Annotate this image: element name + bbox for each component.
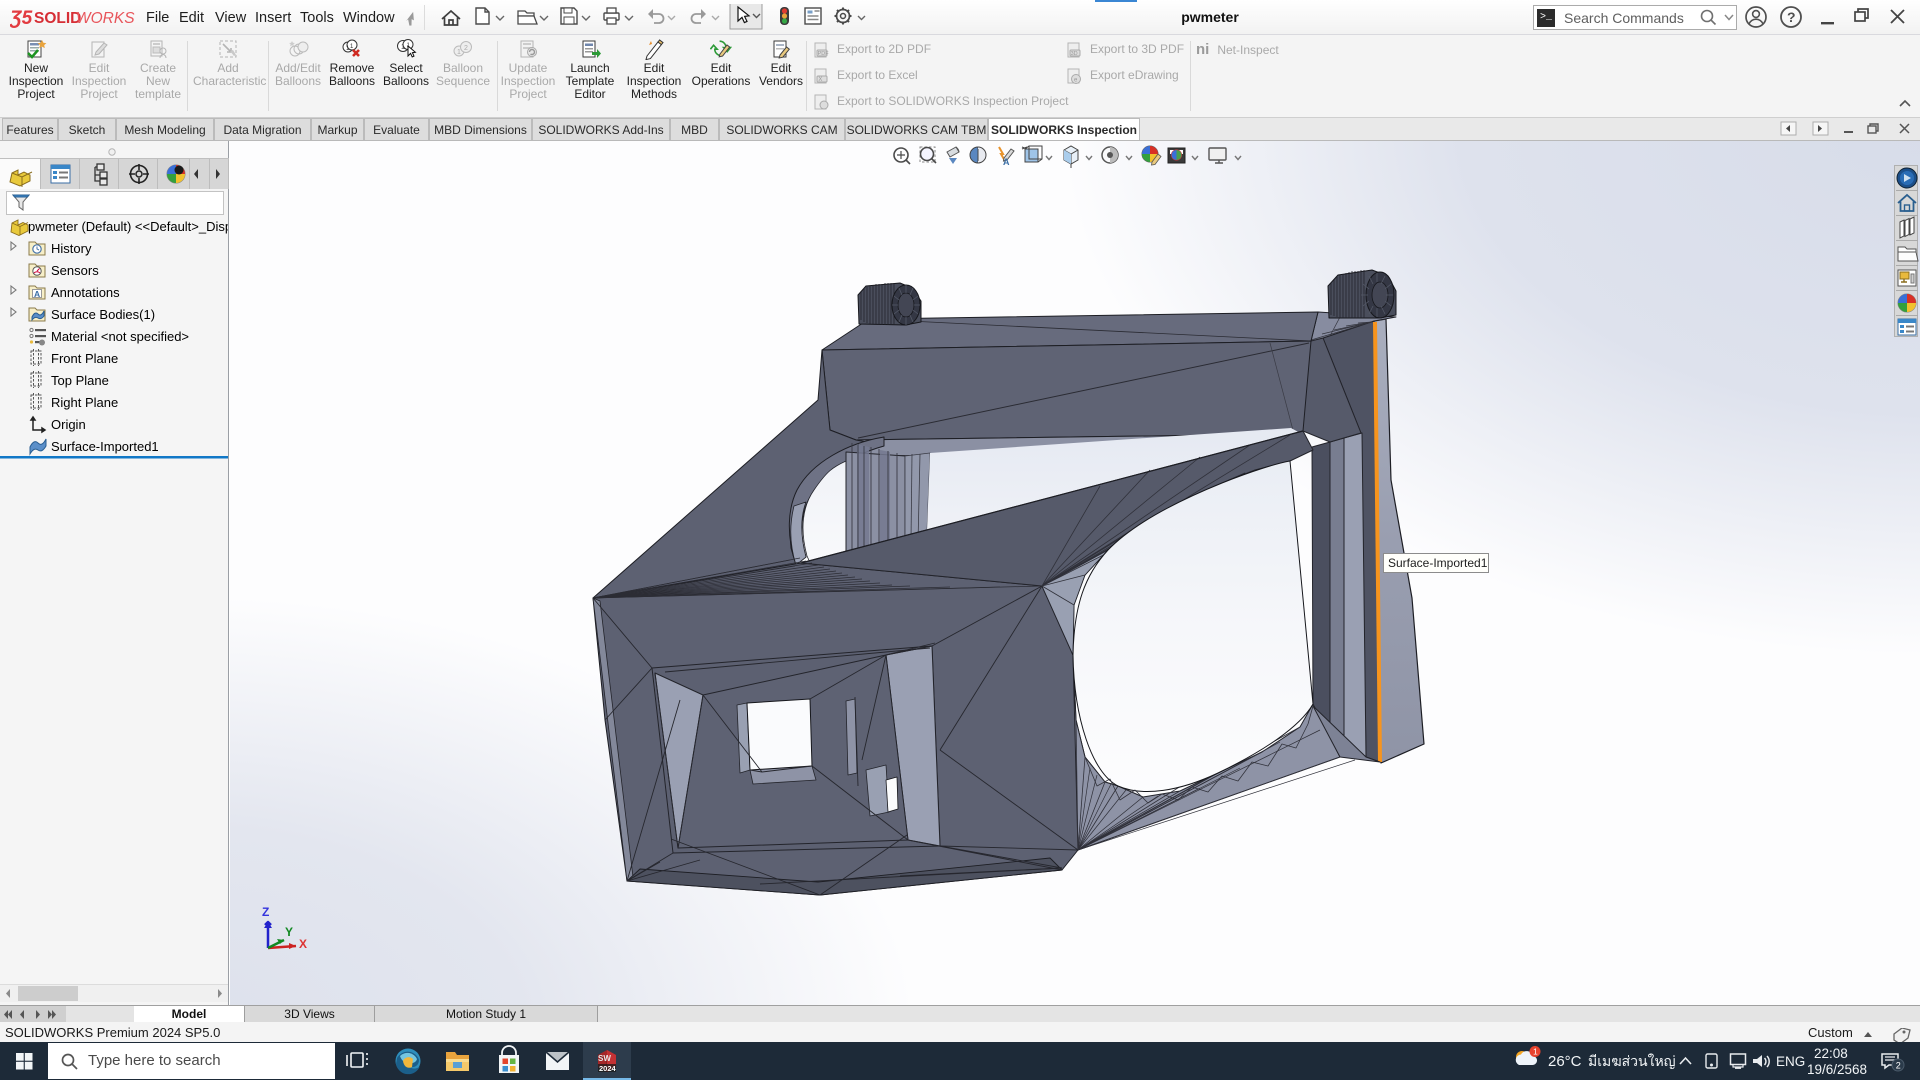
svg-text:2: 2 xyxy=(1896,1061,1901,1071)
svg-text:Origin: Origin xyxy=(51,417,86,432)
svg-text:19/6/2568: 19/6/2568 xyxy=(1807,1062,1867,1077)
svg-text:Surface Bodies(1): Surface Bodies(1) xyxy=(51,307,155,322)
svg-text:pwmeter (Default) <<Default>_D: pwmeter (Default) <<Default>_Display xyxy=(28,219,228,234)
svg-text:Sensors: Sensors xyxy=(51,263,99,278)
svg-text:2024: 2024 xyxy=(599,1064,617,1073)
svg-text:1: 1 xyxy=(1533,1047,1538,1057)
svg-text:?: ? xyxy=(1787,9,1796,25)
svg-text:SOLID: SOLID xyxy=(34,10,81,27)
svg-text:2: 2 xyxy=(464,45,468,52)
svg-text:WORKS: WORKS xyxy=(76,10,135,27)
svg-text:Surface-Imported1: Surface-Imported1 xyxy=(51,439,159,454)
svg-text:Material <not specified>: Material <not specified> xyxy=(51,329,189,344)
svg-text:1: 1 xyxy=(401,44,405,51)
svg-text:1: 1 xyxy=(457,49,461,56)
svg-text:มีเมฆส่วนใหญ่: มีเมฆส่วนใหญ่ xyxy=(1588,1053,1676,1069)
svg-text:Front Plane: Front Plane xyxy=(51,351,118,366)
svg-text:Annotations: Annotations xyxy=(51,285,120,300)
svg-text:X: X xyxy=(299,937,307,951)
svg-text:Y: Y xyxy=(285,925,293,939)
svg-text:Right Plane: Right Plane xyxy=(51,395,118,410)
svg-text:A: A xyxy=(34,289,40,299)
svg-text:SW: SW xyxy=(598,1054,611,1063)
svg-text:Ʒ5: Ʒ5 xyxy=(10,8,33,29)
svg-text:PDF: PDF xyxy=(818,51,830,57)
svg-text:A: A xyxy=(1003,157,1010,167)
svg-text:26°C: 26°C xyxy=(1548,1053,1582,1070)
svg-text:Z: Z xyxy=(262,905,269,919)
svg-text:Top Plane: Top Plane xyxy=(51,373,109,388)
svg-text:History: History xyxy=(51,241,92,256)
svg-text:X: X xyxy=(818,77,822,83)
svg-text:3D: 3D xyxy=(1071,51,1078,57)
svg-text:22:08: 22:08 xyxy=(1814,1046,1848,1061)
svg-text:ENG: ENG xyxy=(1776,1054,1805,1069)
